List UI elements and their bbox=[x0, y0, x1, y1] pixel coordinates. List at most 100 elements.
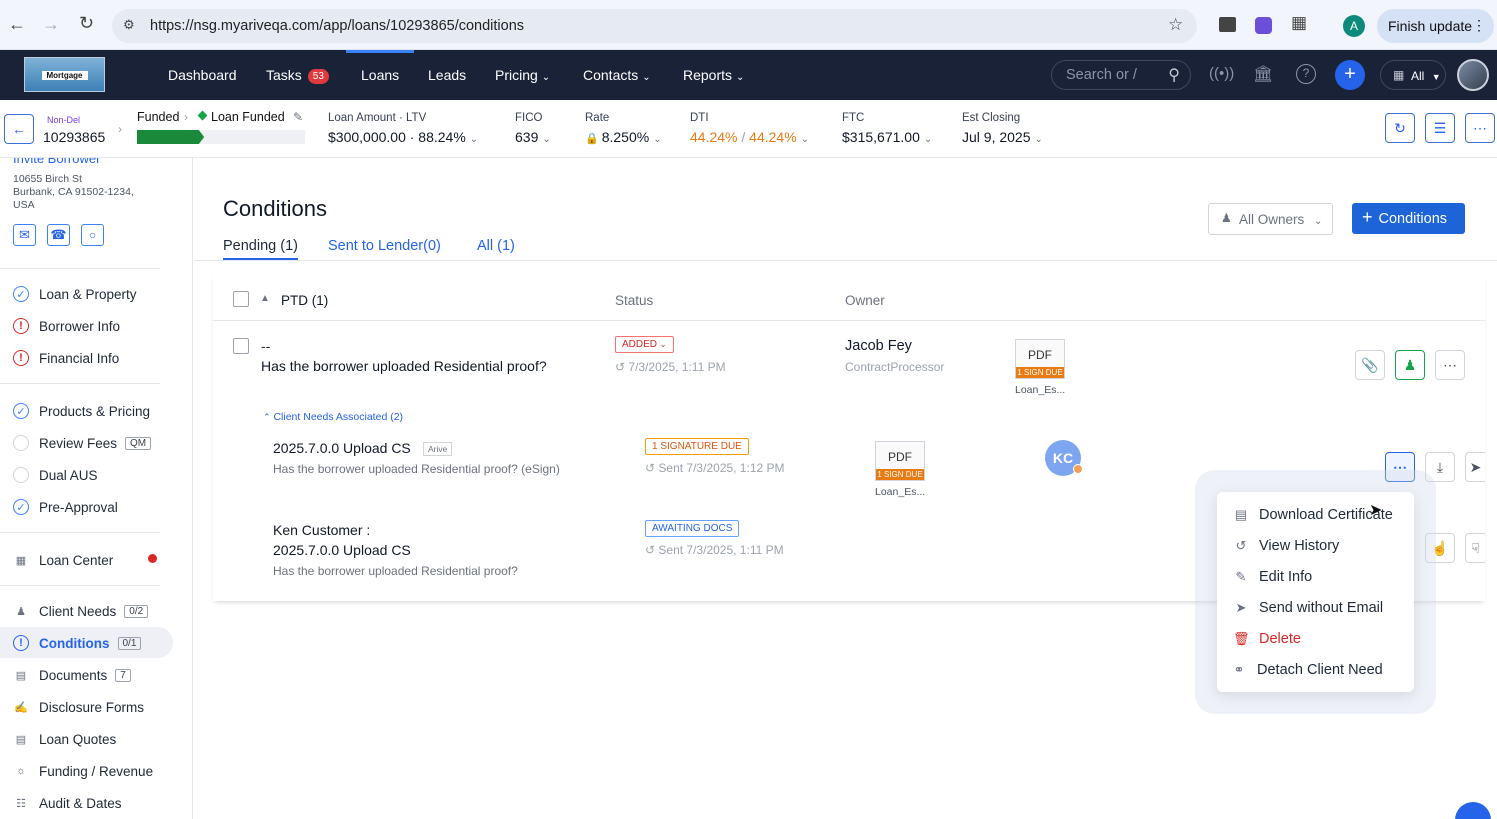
sidebar-item-client-needs[interactable]: ♟ Client Needs 0/2 bbox=[13, 600, 149, 622]
profile-avatar[interactable]: A bbox=[1343, 15, 1365, 37]
trash-icon: 🗑 bbox=[1233, 631, 1250, 646]
sidebar-item-documents[interactable]: ▤ Documents 7 bbox=[13, 664, 131, 686]
row-more-button[interactable]: ⋯ bbox=[1435, 350, 1465, 380]
company-filter-dropdown[interactable]: ▦ All ▼ bbox=[1380, 60, 1446, 90]
loan-progress-track bbox=[137, 130, 305, 144]
extension-purple-icon[interactable] bbox=[1255, 17, 1272, 34]
company-logo[interactable]: Mortgage bbox=[24, 57, 105, 92]
loan-stage: Funded bbox=[137, 110, 180, 124]
logo-text: Mortgage bbox=[41, 71, 88, 80]
chevron-down-icon: ⌄ bbox=[659, 340, 667, 349]
client-need-date-text: Sent 7/3/2025, 1:11 PM bbox=[658, 543, 784, 557]
global-search-input[interactable]: Search or / ⚲ bbox=[1051, 60, 1191, 90]
app-navbar: Mortgage Dashboard Tasks 53 Loans Leads P… bbox=[0, 50, 1497, 100]
puzzle-extensions-icon[interactable]: ▦ bbox=[1291, 13, 1307, 33]
row-checkbox[interactable] bbox=[233, 338, 249, 354]
client-need-date: ↺ Sent 7/3/2025, 1:12 PM bbox=[645, 461, 785, 475]
est-closing-value[interactable]: Jul 9, 2025 ⌄ bbox=[962, 129, 1043, 145]
tab-all[interactable]: All (1) bbox=[477, 238, 515, 254]
nav-loans[interactable]: Loans bbox=[361, 67, 399, 83]
sidebar-item-review-fees[interactable]: Review Fees QM bbox=[13, 432, 152, 454]
client-need-subtitle: Has the borrower uploaded Residential pr… bbox=[273, 564, 518, 578]
more-options-button[interactable]: ⋯ bbox=[1465, 113, 1495, 143]
sidebar-item-disclosure-forms[interactable]: ✍ Disclosure Forms bbox=[13, 696, 144, 718]
qm-badge: QM bbox=[125, 436, 152, 450]
sidebar-item-loan-property[interactable]: ✓ Loan & Property bbox=[13, 283, 137, 305]
menu-item-send-without-email[interactable]: ➤ Send without Email bbox=[1233, 600, 1384, 616]
check-circle-icon: ✓ bbox=[13, 286, 29, 302]
client-need-more-button[interactable]: ⋯ bbox=[1385, 452, 1415, 482]
menu-item-edit-info[interactable]: ✎ Edit Info bbox=[1233, 569, 1313, 585]
bank-icon[interactable]: 🏛 bbox=[1253, 64, 1273, 84]
send-button[interactable]: ➤ bbox=[1465, 452, 1485, 482]
sidebar-item-label: Dual AUS bbox=[39, 467, 98, 483]
sidebar-item-financial-info[interactable]: ! Financial Info bbox=[13, 347, 119, 369]
ftc-value[interactable]: $315,671.00 ⌄ bbox=[842, 129, 932, 145]
add-conditions-button[interactable]: + Conditions bbox=[1352, 203, 1465, 234]
warning-circle-icon: ! bbox=[13, 318, 29, 334]
condition-text[interactable]: Has the borrower uploaded Residential pr… bbox=[261, 358, 547, 374]
refresh-button[interactable]: ↻ bbox=[1385, 113, 1415, 143]
add-new-button[interactable]: + bbox=[1335, 60, 1365, 90]
chevron-down-icon: ⌄ bbox=[736, 72, 745, 83]
back-arrow-icon[interactable]: ← bbox=[8, 14, 26, 35]
site-settings-icon[interactable]: ⚙ bbox=[123, 17, 135, 33]
nav-tasks[interactable]: Tasks 53 bbox=[266, 67, 329, 84]
finish-update-button[interactable]: Finish update ⋮ bbox=[1377, 9, 1494, 43]
assign-owner-button[interactable]: ♟ bbox=[1395, 350, 1425, 380]
menu-item-detach-client-need[interactable]: ⚭ Detach Client Need bbox=[1231, 662, 1383, 678]
reload-icon[interactable]: ↻ bbox=[79, 13, 94, 34]
collapse-caret-icon[interactable]: ▲ bbox=[260, 293, 270, 304]
nav-pricing[interactable]: Pricing ⌄ bbox=[495, 67, 550, 83]
forward-arrow-icon[interactable]: → bbox=[42, 14, 60, 35]
bookmark-star-icon[interactable]: ☆ bbox=[1168, 15, 1183, 35]
select-all-checkbox[interactable] bbox=[233, 291, 249, 307]
nav-leads[interactable]: Leads bbox=[428, 67, 466, 83]
status-badge[interactable]: ADDED ⌄ bbox=[615, 336, 674, 353]
download-button[interactable]: ⤓ bbox=[1425, 452, 1455, 482]
document-thumbnail[interactable]: PDF 1 SIGN DUE bbox=[1015, 339, 1065, 379]
nav-reports[interactable]: Reports ⌄ bbox=[683, 67, 744, 83]
help-icon[interactable]: ? bbox=[1296, 64, 1316, 84]
loan-sidebar: Invite Borrower 10655 Birch St Burbank, … bbox=[0, 158, 193, 819]
menu-item-view-history[interactable]: ↺ View History bbox=[1233, 538, 1340, 554]
fico-value[interactable]: 639 ⌄ bbox=[515, 129, 551, 145]
sidebar-item-loan-center[interactable]: ▦ Loan Center bbox=[13, 549, 114, 571]
back-button[interactable]: ← bbox=[4, 114, 34, 144]
comments-button[interactable]: ☰ bbox=[1425, 113, 1455, 143]
phone-icon[interactable]: ☎ bbox=[47, 224, 70, 246]
document-thumbnail[interactable]: PDF 1 SIGN DUE bbox=[875, 441, 925, 481]
edit-pencil-icon[interactable]: ✎ bbox=[293, 110, 303, 124]
nav-dashboard[interactable]: Dashboard bbox=[168, 67, 237, 83]
broadcast-icon[interactable]: ((•)) bbox=[1209, 65, 1234, 82]
nav-contacts[interactable]: Contacts ⌄ bbox=[583, 67, 651, 83]
rate-value[interactable]: 🔒 8.250% ⌄ bbox=[585, 129, 662, 145]
investor-tag: Non-Del bbox=[47, 115, 81, 125]
menu-item-delete[interactable]: 🗑 Delete bbox=[1233, 631, 1301, 647]
loan-amount-value[interactable]: $300,000.00 · 88.24% ⌄ bbox=[328, 129, 478, 145]
sidebar-item-audit-dates[interactable]: ☷ Audit & Dates bbox=[13, 792, 121, 814]
sidebar-item-products-pricing[interactable]: ✓ Products & Pricing bbox=[13, 400, 150, 422]
tab-pending[interactable]: Pending (1) bbox=[223, 238, 298, 254]
chevron-down-icon: ⌄ bbox=[642, 72, 651, 83]
attach-button[interactable]: 📎 bbox=[1355, 350, 1385, 380]
address-bar[interactable]: ⚙ https://nsg.myariveqa.com/app/loans/10… bbox=[112, 9, 1197, 43]
sidebar-item-funding-revenue[interactable]: ☼ Funding / Revenue bbox=[13, 760, 153, 782]
chat-icon[interactable]: ○ bbox=[81, 224, 104, 246]
condition-prefix: -- bbox=[261, 338, 271, 354]
sidebar-item-loan-quotes[interactable]: ▤ Loan Quotes bbox=[13, 728, 117, 750]
user-avatar[interactable] bbox=[1457, 59, 1489, 91]
sidebar-item-pre-approval[interactable]: ✓ Pre-Approval bbox=[13, 496, 118, 518]
sidebar-item-conditions[interactable]: ! Conditions 0/1 bbox=[13, 632, 142, 654]
owners-filter-dropdown[interactable]: ♟ All Owners ⌄ bbox=[1208, 203, 1333, 235]
sidebar-item-dual-aus[interactable]: Dual AUS bbox=[13, 464, 98, 486]
thumbs-down-button[interactable]: ☟ bbox=[1465, 533, 1485, 563]
sidebar-item-borrower-info[interactable]: ! Borrower Info bbox=[13, 315, 120, 337]
email-icon[interactable]: ✉ bbox=[13, 224, 36, 246]
tab-sent-to-lender[interactable]: Sent to Lender(0) bbox=[328, 238, 441, 254]
invite-borrower-link[interactable]: Invite Borrower bbox=[13, 158, 100, 166]
client-needs-toggle[interactable]: ⌃ Client Needs Associated (2) bbox=[263, 411, 403, 423]
thumbs-up-button[interactable]: ☝ bbox=[1425, 533, 1455, 563]
extension-icon[interactable] bbox=[1219, 17, 1236, 32]
dti-value[interactable]: 44.24% / 44.24% ⌄ bbox=[690, 129, 809, 145]
